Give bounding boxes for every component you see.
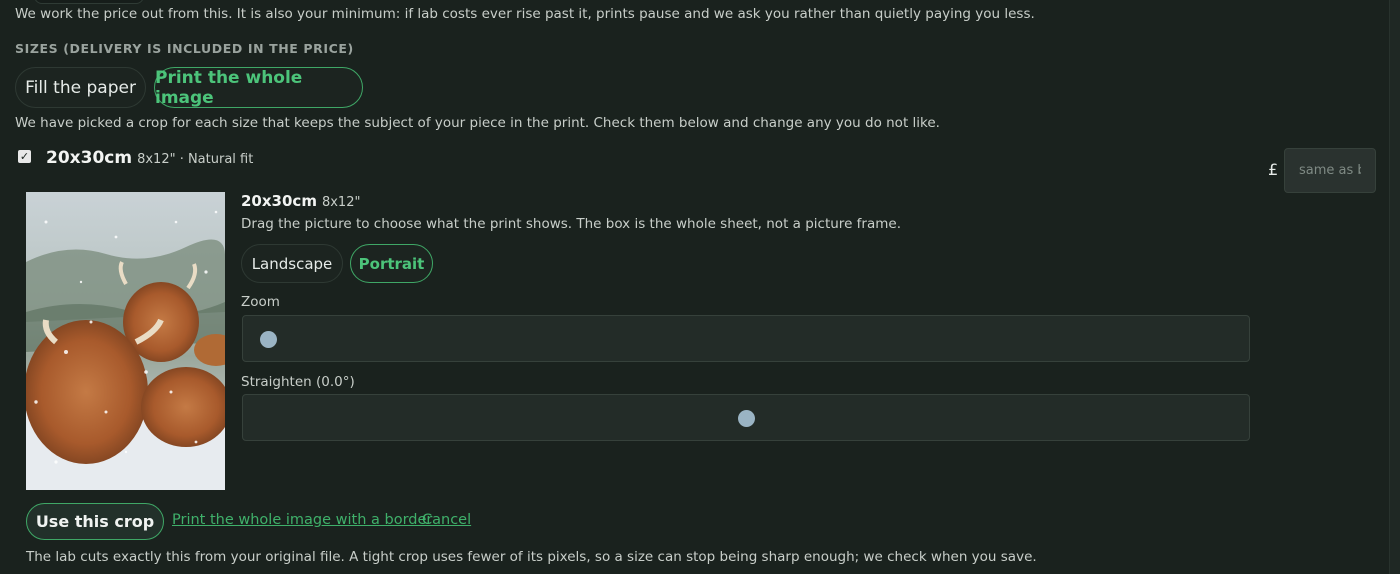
zoom-slider-thumb[interactable] [259,331,277,348]
print-with-border-link[interactable]: Print the whole image with a border [172,512,432,528]
crop-size-name: 20x30cm [241,192,317,210]
size-name: 20x30cm [46,148,133,168]
check-icon: ✓ [19,149,30,163]
crop-size-sub: 8x12" [321,195,361,210]
drag-instruction: Drag the picture to choose what the prin… [241,216,901,232]
straighten-slider[interactable] [242,394,1250,441]
landscape-button[interactable]: Landscape [241,244,343,283]
crop-preview-image[interactable] [26,192,225,490]
zoom-slider[interactable] [242,315,1250,362]
size-checkbox[interactable]: ✓ [18,149,31,163]
currency-symbol: £ [1268,160,1279,179]
size-price-input[interactable] [1284,148,1376,193]
price-intro-text: We work the price out from this. It is a… [15,6,1035,22]
crop-panel-title: 20x30cm 8x12" [241,192,360,210]
sizes-heading: SIZES (DELIVERY IS INCLUDED IN THE PRICE… [15,41,354,56]
crop-footer-note: The lab cuts exactly this from your orig… [26,549,1037,565]
portrait-button[interactable]: Portrait [350,244,433,283]
highland-cow-snow-photo [26,192,225,490]
size-row-20x30: ✓ 20x30cm 8x12" · Natural fit [18,148,253,168]
cancel-link[interactable]: Cancel [422,512,471,528]
size-sub: 8x12" · Natural fit [137,151,254,167]
use-this-crop-button[interactable]: Use this crop [26,503,164,540]
top-control-stub[interactable] [34,0,144,4]
print-whole-image-button[interactable]: Print the whole image [154,67,363,108]
page: We work the price out from this. It is a… [0,0,1400,574]
straighten-slider-thumb[interactable] [737,410,755,427]
straighten-label: Straighten (0.0°) [241,374,355,390]
fill-paper-button[interactable]: Fill the paper [15,67,146,108]
zoom-label: Zoom [241,294,280,310]
scrollbar[interactable] [1389,0,1400,574]
crop-picked-note: We have picked a crop for each size that… [15,115,940,131]
